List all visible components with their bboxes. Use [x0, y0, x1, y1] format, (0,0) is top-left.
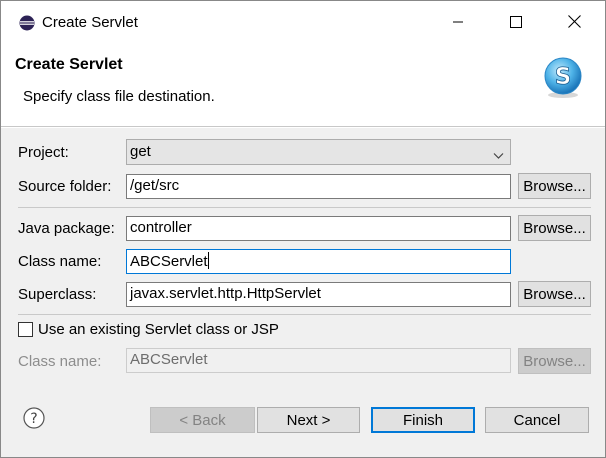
source-folder-label: Source folder:	[18, 178, 112, 195]
minimize-button[interactable]	[429, 1, 487, 45]
source-folder-browse-button[interactable]: Browse...	[518, 173, 591, 199]
source-folder-input[interactable]: /get/src	[126, 174, 511, 199]
wizard-footer: ? < Back Next > Finish Cancel	[1, 376, 605, 457]
superclass-browse-button[interactable]: Browse...	[518, 281, 591, 307]
minimize-icon	[452, 15, 464, 32]
window-title: Create Servlet	[42, 14, 138, 31]
existing-class-browse-button[interactable]: Browse...	[518, 348, 591, 374]
use-existing-servlet-checkbox[interactable]	[18, 322, 33, 337]
create-servlet-dialog: Create Servlet Create Servlet Specify cl…	[0, 0, 606, 458]
maximize-icon	[510, 15, 522, 32]
title-bar: Create Servlet	[1, 1, 605, 45]
cancel-button[interactable]: Cancel	[485, 407, 589, 433]
servlet-s-logo-icon: S	[541, 55, 585, 99]
class-name-value: ABCServlet	[130, 253, 208, 270]
close-icon	[567, 14, 581, 32]
wizard-header: Create Servlet Specify class file destin…	[1, 45, 605, 127]
separator	[18, 314, 591, 315]
java-package-input[interactable]: controller	[126, 216, 511, 241]
wizard-description: Specify class file destination.	[23, 88, 215, 105]
superclass-label: Superclass:	[18, 286, 97, 303]
project-combo[interactable]: get	[126, 139, 511, 165]
close-button[interactable]	[545, 1, 603, 45]
svg-text:?: ?	[30, 411, 37, 427]
project-value: get	[130, 143, 151, 160]
back-button[interactable]: < Back	[150, 407, 255, 433]
class-name-input[interactable]: ABCServlet	[126, 249, 511, 274]
eclipse-icon	[19, 15, 35, 31]
next-button[interactable]: Next >	[257, 407, 360, 433]
finish-button[interactable]: Finish	[371, 407, 475, 433]
java-package-browse-button[interactable]: Browse...	[518, 215, 591, 241]
existing-class-name-input[interactable]: ABCServlet	[126, 348, 511, 373]
project-label: Project:	[18, 144, 69, 161]
chevron-down-icon	[493, 147, 504, 164]
use-existing-servlet-option[interactable]: Use an existing Servlet class or JSP	[18, 321, 279, 338]
class-name-label: Class name:	[18, 253, 102, 270]
wizard-title: Create Servlet	[15, 56, 123, 73]
superclass-input[interactable]: javax.servlet.http.HttpServlet	[126, 282, 511, 307]
wizard-body: Project: get Source folder: /get/src Bro…	[1, 128, 605, 383]
text-caret	[207, 252, 209, 269]
separator	[18, 207, 591, 208]
java-package-label: Java package:	[18, 220, 115, 237]
use-existing-servlet-label: Use an existing Servlet class or JSP	[38, 321, 279, 338]
existing-class-name-label: Class name:	[18, 353, 102, 370]
svg-text:S: S	[555, 64, 572, 90]
help-icon[interactable]: ?	[23, 407, 45, 429]
maximize-button[interactable]	[487, 1, 545, 45]
